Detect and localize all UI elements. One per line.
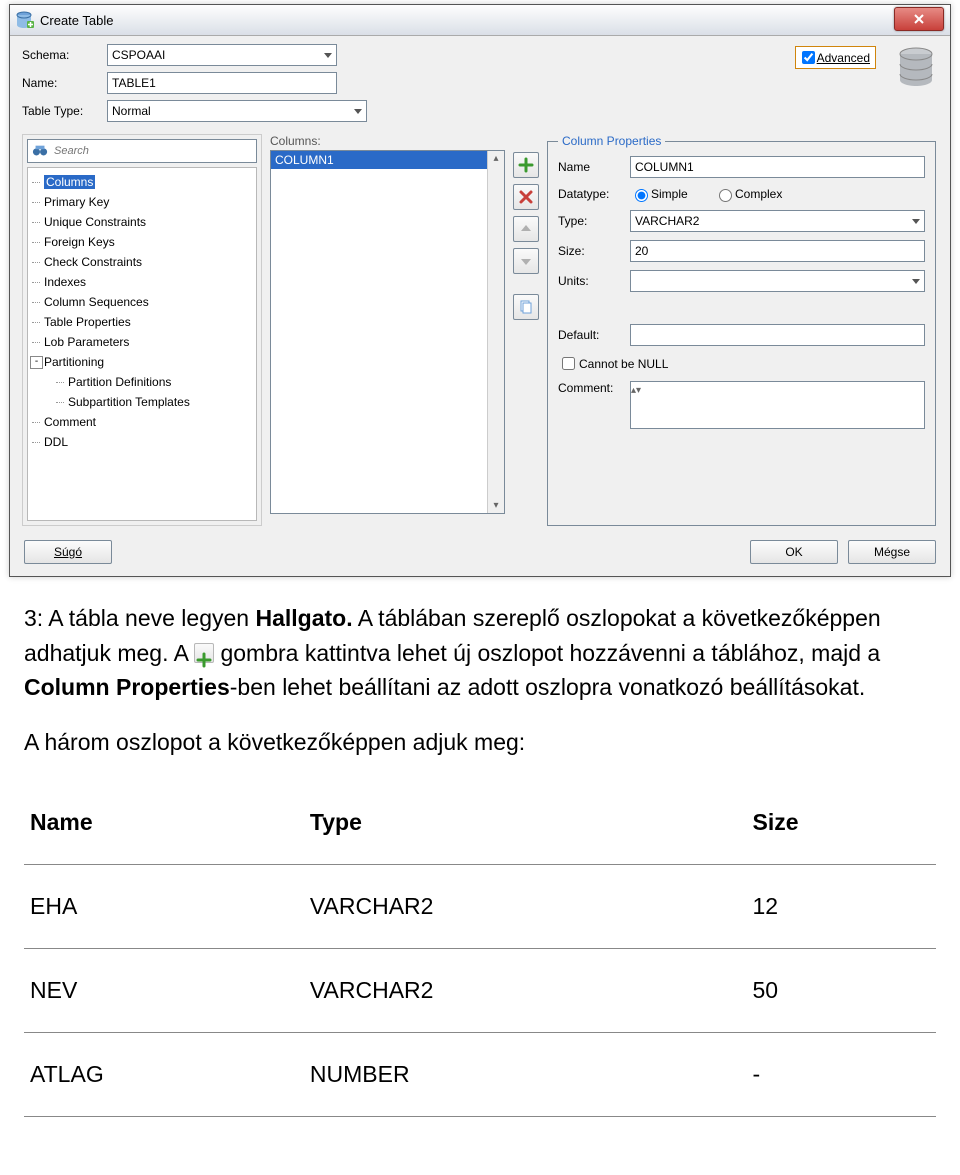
titlebar[interactable]: Create Table — [10, 5, 950, 36]
window-title: Create Table — [40, 13, 113, 28]
cancel-button[interactable]: Mégse — [848, 540, 936, 564]
default-label: Default: — [558, 328, 630, 342]
tree-item[interactable]: Check Constraints — [30, 252, 254, 272]
category-tree[interactable]: ColumnsPrimary KeyUnique ConstraintsFore… — [27, 167, 257, 521]
tabletype-label: Table Type: — [22, 104, 107, 118]
database-icon — [894, 46, 938, 90]
advanced-checkbox[interactable]: Advanced — [795, 46, 876, 69]
tablename-field[interactable]: TABLE1 — [107, 72, 337, 94]
comment-field[interactable]: ▴▾ — [630, 381, 925, 429]
name-label: Name: — [22, 76, 107, 90]
notnull-checkbox[interactable]: Cannot be NULL — [558, 354, 668, 373]
default-field[interactable] — [630, 324, 925, 346]
tree-item[interactable]: Comment — [30, 412, 254, 432]
move-down-button[interactable] — [513, 248, 539, 274]
units-combo[interactable] — [630, 270, 925, 292]
tree-item[interactable]: Lob Parameters — [30, 332, 254, 352]
tree-item[interactable]: Primary Key — [30, 192, 254, 212]
tree-item[interactable]: -Partitioning — [30, 352, 254, 372]
table-header: Name — [24, 781, 304, 865]
datatype-label: Datatype: — [558, 187, 630, 201]
category-panel: ColumnsPrimary KeyUnique ConstraintsFore… — [22, 134, 262, 526]
units-label: Units: — [558, 274, 630, 288]
schema-label: Schema: — [22, 48, 107, 62]
bold-text: Hallgato. — [255, 605, 352, 631]
tabletype-combo[interactable]: Normal — [107, 100, 367, 122]
create-table-dialog: Create Table Schema: CSPOAAI Name: TABLE… — [9, 4, 951, 577]
ok-button[interactable]: OK — [750, 540, 838, 564]
table-row: NEVVARCHAR250 — [24, 949, 936, 1033]
instruction-text: 3: A tábla neve legyen Hallgato. A táblá… — [0, 577, 960, 775]
tree-item[interactable]: Subpartition Templates — [30, 392, 254, 412]
scrollbar[interactable]: ▴▾ — [487, 151, 504, 513]
table-header: Size — [746, 781, 936, 865]
bold-text: Column Properties — [24, 674, 230, 700]
search-input[interactable] — [52, 144, 252, 158]
move-up-button[interactable] — [513, 216, 539, 242]
prop-name-field[interactable]: COLUMN1 — [630, 156, 925, 178]
table-row: ATLAGNUMBER- — [24, 1033, 936, 1117]
prop-name-label: Name — [558, 160, 630, 174]
columns-label: Columns: — [270, 134, 505, 148]
column-toolbar — [513, 134, 537, 526]
datatype-simple-radio[interactable]: Simple — [630, 186, 702, 202]
tree-item[interactable]: Indexes — [30, 272, 254, 292]
datatype-complex-radio[interactable]: Complex — [714, 186, 786, 202]
columns-panel: Columns: COLUMN1 ▴▾ — [270, 134, 505, 526]
comment-label: Comment: — [558, 381, 630, 395]
column-list-item[interactable]: COLUMN1 — [271, 151, 504, 169]
tree-item[interactable]: Foreign Keys — [30, 232, 254, 252]
tree-item[interactable]: Partition Definitions — [30, 372, 254, 392]
type-combo[interactable]: VARCHAR2 — [630, 210, 925, 232]
search-box[interactable] — [27, 139, 257, 163]
columns-table: NameTypeSize EHAVARCHAR212NEVVARCHAR250A… — [24, 781, 936, 1117]
type-label: Type: — [558, 214, 630, 228]
add-column-button[interactable] — [513, 152, 539, 178]
copy-button[interactable] — [513, 294, 539, 320]
tree-item[interactable]: Table Properties — [30, 312, 254, 332]
tree-item[interactable]: Unique Constraints — [30, 212, 254, 232]
tree-item[interactable]: DDL — [30, 432, 254, 452]
plus-icon — [194, 643, 214, 663]
close-button[interactable] — [894, 7, 944, 31]
props-legend: Column Properties — [558, 134, 665, 148]
columns-listbox[interactable]: COLUMN1 ▴▾ — [270, 150, 505, 514]
remove-column-button[interactable] — [513, 184, 539, 210]
table-row: EHAVARCHAR212 — [24, 865, 936, 949]
binoculars-icon — [32, 143, 48, 159]
tree-item[interactable]: Column Sequences — [30, 292, 254, 312]
table-header: Type — [304, 781, 747, 865]
size-field[interactable]: 20 — [630, 240, 925, 262]
size-label: Size: — [558, 244, 630, 258]
schema-combo[interactable]: CSPOAAI — [107, 44, 337, 66]
help-button[interactable]: Súgó — [24, 540, 112, 564]
column-properties-panel: Column Properties Name COLUMN1 Datatype:… — [547, 134, 936, 526]
table-icon — [14, 10, 34, 30]
scrollbar[interactable]: ▴▾ — [631, 382, 924, 428]
tree-item[interactable]: Columns — [30, 172, 254, 192]
